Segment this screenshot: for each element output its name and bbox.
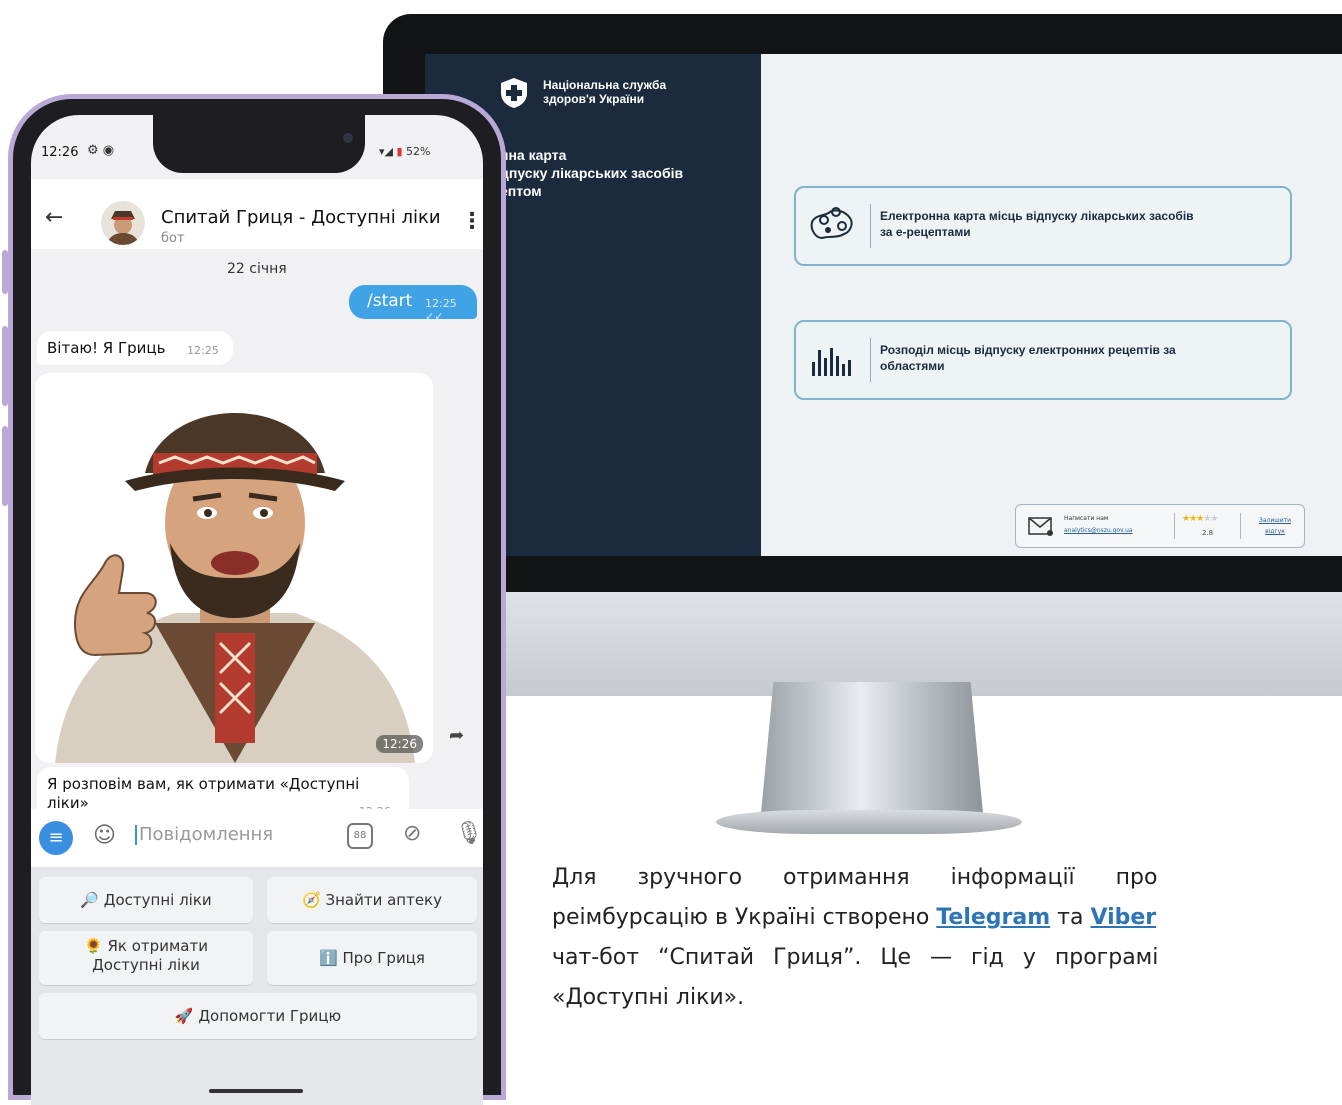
rating-value: 2.8 [1202, 529, 1214, 537]
org-name-line2: здоров'я України [543, 92, 645, 106]
caption-line1: Для зручного отримання інформації про [552, 865, 1158, 890]
nszu-shield-logo-icon [501, 78, 527, 108]
chat-title: Спитай Гриця - Доступні ліки [161, 207, 441, 228]
chat-header: ← Спитай Гриця - Доступні ліки бот ⋮ [31, 179, 483, 249]
text-cursor [135, 825, 137, 845]
card-map-text: Електронна карта місць відпуску лікарськ… [880, 208, 1280, 240]
emoji-icon[interactable]: ☺ [93, 823, 116, 848]
card-distribution[interactable]: Розподіл місць відпуску електронних реце… [794, 320, 1292, 400]
card-distribution-text-line2: областями [880, 359, 945, 373]
divider [1174, 513, 1175, 539]
message-in[interactable]: Вітаю! Я Гриць 12:25 [37, 331, 233, 365]
heading-line1: нна карта [500, 147, 567, 163]
heading-line2: дпуску лікарських засобів [500, 165, 684, 181]
monitor-screen: Національна служба здоров'я України нна … [425, 54, 1342, 556]
message-input-placeholder: Повідомлення [139, 824, 274, 845]
description-text: Для зручного отримання інформації про ре… [552, 858, 1342, 1018]
wifi-signal-icon: ▾◢ [379, 145, 393, 158]
keyboard-button-about[interactable]: ℹ️ Про Гриця [267, 931, 477, 985]
camera-icon [343, 133, 353, 143]
message-input-bar: ≡ ☺ Повідомлення 88 ⊘ 🎙 [31, 809, 483, 867]
cossack-character-sticker [55, 413, 415, 763]
bot-avatar[interactable] [101, 201, 145, 245]
mail-icon [1028, 517, 1053, 536]
card-divider [870, 204, 871, 248]
status-right: ▾◢ ▮ 52% [379, 145, 431, 158]
commands-icon[interactable]: 88 [347, 823, 373, 849]
battery-percent: 52% [406, 145, 431, 158]
message-input[interactable]: Повідомлення [135, 824, 273, 845]
message-text: Я розповім вам, як отримати «Доступні лі… [47, 775, 360, 812]
date-chip: 22 січня [227, 261, 287, 277]
double-check-icon: ✓✓ [425, 310, 444, 323]
telegram-link[interactable]: Telegram [936, 905, 1050, 930]
keyboard-button-find-pharmacy[interactable]: 🧭 Знайти аптеку [267, 877, 477, 923]
attach-paperclip-icon[interactable]: ⊘ [403, 821, 421, 846]
org-name-line1: Національна служба [543, 78, 667, 92]
home-indicator [209, 1089, 303, 1093]
battery-icon: ▮ [396, 145, 403, 158]
card-map-text-line1: Електронна карта місць відпуску лікарськ… [880, 209, 1194, 223]
phone-notch [153, 115, 365, 173]
map-pins-icon [810, 207, 853, 240]
divider [1240, 513, 1241, 539]
bar-chart-icon [812, 348, 851, 376]
message-out[interactable]: /start 12:25 ✓✓ [349, 285, 477, 323]
rating-stars: ★★★★★ [1182, 514, 1218, 524]
more-menu-icon[interactable]: ⋮ [461, 209, 483, 234]
card-distribution-text: Розподіл місць відпуску електронних реце… [880, 342, 1280, 374]
leave-feedback-line1: Залишити [1258, 517, 1292, 524]
heading-line3: ептом [500, 183, 542, 199]
keyboard-button-label-line2: Доступні ліки [92, 956, 200, 974]
card-distribution-text-line1: Розподіл місць відпуску електронних реце… [880, 343, 1176, 357]
status-notification-icons: ⚙ ◉ [87, 143, 115, 158]
monitor-stand-base [716, 810, 1022, 834]
status-time: 12:26 [41, 145, 79, 160]
card-divider [870, 338, 871, 382]
org-name: Національна служба здоров'я України [543, 78, 743, 106]
sticker-message[interactable]: 12:26 [35, 373, 433, 763]
card-map[interactable]: Електронна карта місць відпуску лікарськ… [794, 186, 1292, 266]
screen-main [761, 54, 1342, 556]
keyboard-button-how-to-get[interactable]: 🌻 Як отримати Доступні ліки [39, 931, 253, 985]
message-time: 12:25 ✓✓ [425, 297, 457, 323]
phone-screen: 12:26 ⚙ ◉ ▾◢ ▮ 52% ← Спитай Гриця - Дост… [31, 115, 483, 1105]
leave-feedback-link[interactable]: Залишити відгук [1248, 515, 1302, 537]
leave-feedback-line2: відгук [1265, 528, 1285, 535]
chat-body[interactable]: 22 січня /start 12:25 ✓✓ Вітаю! Я Гриць … [31, 249, 483, 823]
smartphone: 12:26 ⚙ ◉ ▾◢ ▮ 52% ← Спитай Гриця - Дост… [8, 94, 506, 1105]
screen-heading: нна карта дпуску лікарських засобів епто… [500, 146, 760, 200]
desktop-monitor: Національна служба здоров'я України нна … [383, 14, 1342, 696]
star-empty-icon: ★ [1210, 514, 1218, 524]
avatar-image [107, 211, 139, 245]
chat-subtitle: бот [161, 231, 185, 246]
bot-menu-button[interactable]: ≡ [39, 821, 73, 855]
message-text: Вітаю! Я Гриць [47, 339, 166, 357]
viber-link[interactable]: Viber [1090, 905, 1156, 930]
feedback-label: Написати нам [1064, 515, 1109, 522]
message-text: /start [367, 291, 413, 311]
caption-line2: реімбурсацію в Україні створено Telegram… [552, 905, 1157, 930]
forward-arrow-icon[interactable]: ➦ [449, 725, 464, 746]
keyboard-button-available-medicines[interactable]: 🔎 Доступні ліки [39, 877, 253, 923]
microphone-icon[interactable]: 🎙 [455, 821, 483, 846]
message-time: 12:25 [187, 344, 219, 357]
caption-line3: чат-бот “Спитай Гриця”. Це — гід у прогр… [552, 945, 1159, 970]
monitor-bezel: Національна служба здоров'я України нна … [383, 14, 1342, 592]
feedback-email-link[interactable]: analytics@nszu.gov.ua [1064, 527, 1133, 534]
caption-line4: «Доступні ліки». [552, 985, 745, 1010]
monitor-chin [383, 592, 1342, 696]
keyboard-button-label-line1: 🌻 Як отримати [84, 937, 208, 955]
feedback-panel: Написати нам analytics@nszu.gov.ua ★★★★★… [1015, 504, 1305, 548]
card-map-text-line2: за е-рецептами [880, 225, 971, 239]
sticker-time: 12:26 [376, 735, 423, 753]
bot-keyboard: 🔎 Доступні ліки 🧭 Знайти аптеку 🌻 Як отр… [31, 867, 483, 1105]
keyboard-button-help[interactable]: 🚀 Допомогти Грицю [39, 993, 477, 1039]
back-arrow-icon[interactable]: ← [45, 205, 63, 230]
monitor-stand [760, 682, 984, 824]
